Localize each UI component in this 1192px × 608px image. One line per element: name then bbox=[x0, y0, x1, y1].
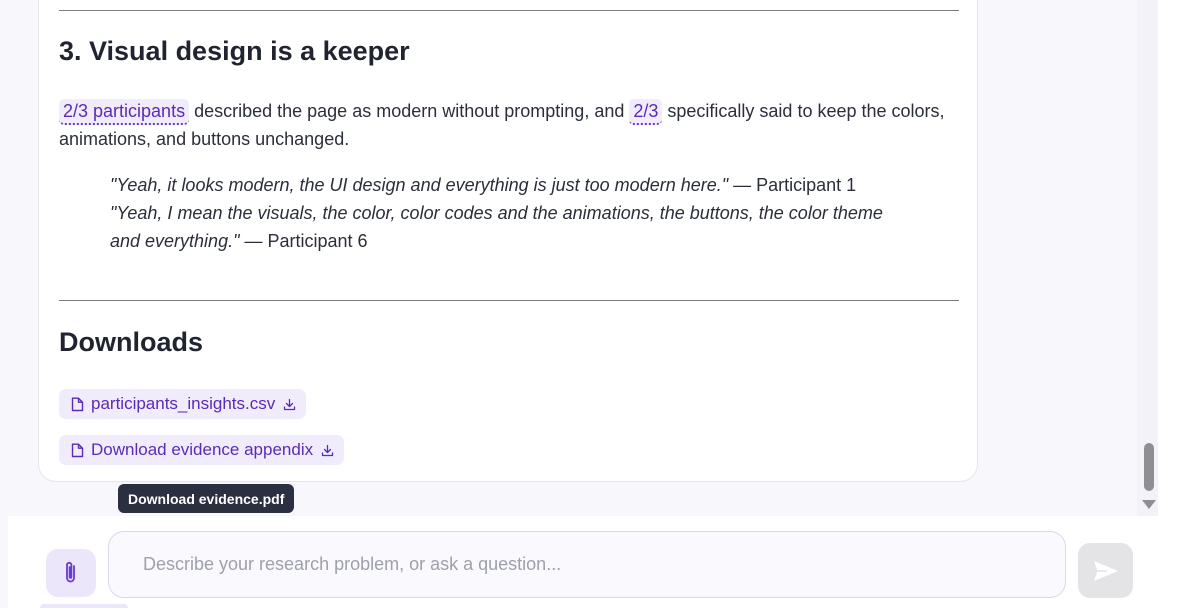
divider bbox=[59, 10, 959, 11]
file-icon bbox=[71, 397, 84, 411]
scroll-down-arrow-icon[interactable] bbox=[1142, 500, 1156, 509]
blockquote: "Yeah, it looks modern, the UI design an… bbox=[110, 171, 910, 255]
send-button[interactable] bbox=[1078, 543, 1133, 598]
download-tooltip: Download evidence.pdf bbox=[118, 484, 295, 513]
scroll-track bbox=[1137, 0, 1158, 516]
divider bbox=[59, 300, 959, 301]
downloads-heading: Downloads bbox=[59, 327, 204, 357]
section-paragraph: 2/3 participants described the page as m… bbox=[59, 97, 959, 153]
participants-chip[interactable]: 2/3 participants bbox=[59, 99, 190, 125]
attach-button[interactable] bbox=[46, 549, 96, 597]
quote-text: "Yeah, I mean the visuals, the color, co… bbox=[110, 203, 883, 251]
chat-input[interactable] bbox=[108, 531, 1066, 598]
download-icon bbox=[284, 398, 296, 410]
attach-underline bbox=[40, 604, 128, 608]
download-label: Download evidence appendix bbox=[91, 440, 314, 459]
download-label: participants_insights.csv bbox=[91, 394, 276, 413]
section-heading: 3. Visual design is a keeper bbox=[59, 36, 410, 66]
quote-item: "Yeah, I mean the visuals, the color, co… bbox=[110, 199, 910, 255]
download-link-csv[interactable]: participants_insights.csv bbox=[59, 389, 307, 419]
paragraph-text: described the page as modern without pro… bbox=[189, 101, 630, 121]
quote-attribution: — Participant 6 bbox=[239, 231, 368, 251]
send-icon bbox=[1093, 560, 1118, 581]
quote-attribution: — Participant 1 bbox=[728, 175, 857, 195]
file-icon bbox=[71, 443, 84, 457]
quote-item: "Yeah, it looks modern, the UI design an… bbox=[110, 171, 910, 199]
download-icon bbox=[321, 444, 334, 456]
download-link-appendix[interactable]: Download evidence appendix bbox=[59, 435, 345, 465]
ratio-chip[interactable]: 2/3 bbox=[629, 99, 663, 125]
quote-text: "Yeah, it looks modern, the UI design an… bbox=[110, 175, 729, 195]
paperclip-icon bbox=[66, 561, 75, 583]
scrollbar-thumb[interactable] bbox=[1144, 443, 1154, 491]
